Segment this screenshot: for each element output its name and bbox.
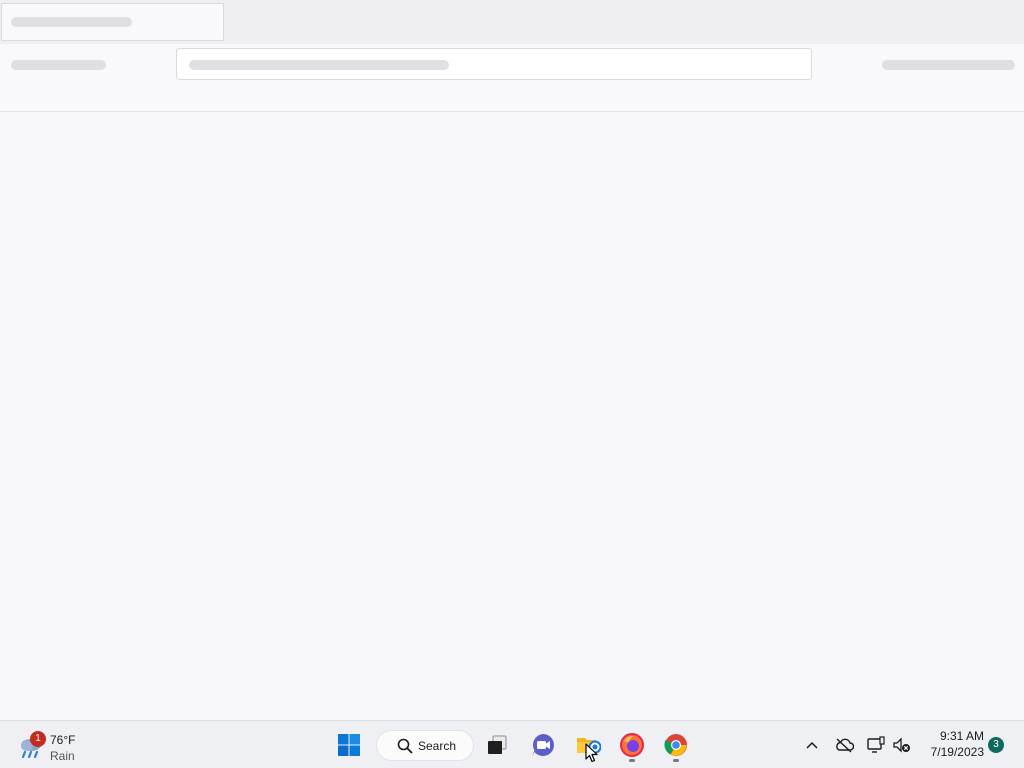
address-bar[interactable] (176, 48, 812, 80)
chat-button[interactable] (525, 727, 561, 763)
nav-buttons-placeholder (11, 60, 106, 70)
browser-tab-strip (0, 0, 1024, 44)
onedrive-offline-icon (836, 738, 854, 753)
notification-count-badge[interactable]: 3 (988, 737, 1004, 753)
firefox-icon (620, 733, 644, 757)
page-content-area (0, 113, 1024, 720)
weather-temperature: 76°F (50, 733, 76, 747)
address-text-placeholder (189, 60, 449, 70)
onedrive-tray-button[interactable] (832, 733, 856, 757)
chrome-button[interactable] (658, 727, 694, 763)
weather-widget[interactable]: 1 76°F Rain (14, 725, 104, 765)
tab-title-placeholder (11, 17, 132, 27)
show-hidden-icons-button[interactable] (800, 733, 824, 757)
network-icon (867, 736, 885, 753)
taskbar: 1 76°F Rain Search 9:31 AM 7/19/2023 3 (0, 720, 1024, 768)
task-view-button[interactable] (479, 727, 515, 763)
toolbar-actions-placeholder (882, 60, 1015, 70)
mouse-cursor-icon (585, 743, 598, 763)
browser-toolbar (0, 44, 1024, 112)
weather-alert-badge: 1 (30, 731, 46, 747)
start-button[interactable] (331, 727, 367, 763)
browser-tab[interactable] (1, 3, 224, 41)
network-tray-button[interactable] (864, 733, 888, 757)
search-icon (397, 738, 413, 754)
firefox-button[interactable] (614, 727, 650, 763)
windows-start-icon (338, 734, 360, 756)
teams-chat-icon (532, 734, 554, 756)
clock-date: 7/19/2023 (930, 745, 984, 759)
taskbar-search-button[interactable]: Search (376, 730, 474, 761)
clock-button[interactable]: 9:31 AM 7/19/2023 (918, 728, 984, 760)
chrome-icon (664, 734, 687, 756)
search-label: Search (418, 739, 457, 753)
chevron-up-icon (806, 741, 818, 749)
task-view-icon (488, 735, 507, 754)
clock-time: 9:31 AM (939, 729, 984, 743)
volume-tray-button[interactable] (890, 733, 914, 757)
volume-muted-icon (893, 737, 910, 753)
chrome-running-indicator (673, 759, 679, 762)
weather-condition: Rain (50, 749, 75, 763)
firefox-running-indicator (629, 759, 635, 762)
